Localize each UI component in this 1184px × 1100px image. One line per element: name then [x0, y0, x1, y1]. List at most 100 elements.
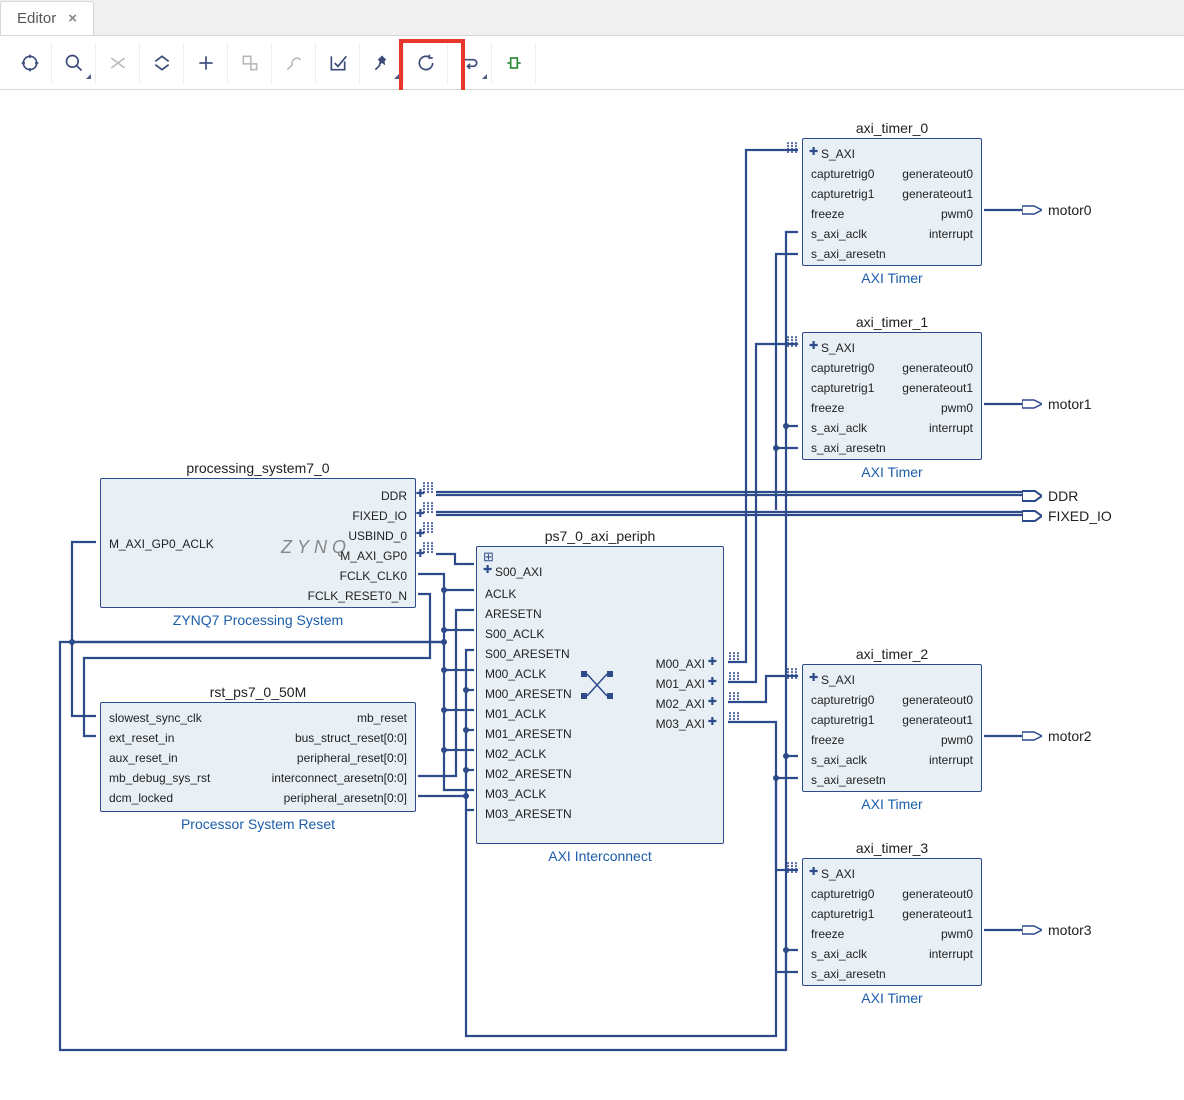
axi-ic-port-m00-aclk[interactable]: M00_ACLK — [485, 667, 546, 681]
ps7-port-m-axi-gp0[interactable]: M_AXI_GP0 — [340, 549, 407, 563]
timer2-port-interrupt[interactable]: interrupt — [929, 753, 973, 767]
pin-button[interactable] — [360, 43, 404, 83]
settings-button[interactable] — [272, 43, 316, 83]
axi-ic-port-m03-aresetn[interactable]: M03_ARESETN — [485, 807, 572, 821]
timer0-port-pwm0[interactable]: pwm0 — [941, 207, 973, 221]
timer0-port-s-axi[interactable]: S_AXI — [821, 147, 855, 161]
ps7-port-usbind0[interactable]: USBIND_0 — [348, 529, 407, 543]
ext-port-motor0[interactable]: motor0 — [1022, 202, 1092, 218]
timer3-block[interactable]: S_AXI capturetrig0 capturetrig1 freeze s… — [802, 858, 982, 986]
rst-port-mb-reset[interactable]: mb_reset — [357, 711, 407, 725]
timer3-port-s-axi-aclk[interactable]: s_axi_aclk — [811, 947, 867, 961]
timer0-port-generateout1[interactable]: generateout1 — [902, 187, 973, 201]
axi-ic-port-m03-aclk[interactable]: M03_ACLK — [485, 787, 546, 801]
timer2-port-s-axi-aresetn[interactable]: s_axi_aresetn — [811, 773, 886, 787]
ext-port-motor3[interactable]: motor3 — [1022, 922, 1092, 938]
timer1-port-capturetrig1[interactable]: capturetrig1 — [811, 381, 874, 395]
timer3-port-s-axi[interactable]: S_AXI — [821, 867, 855, 881]
rst-port-peripheral-aresetn[interactable]: peripheral_aresetn[0:0] — [284, 791, 407, 805]
ext-port-motor2[interactable]: motor2 — [1022, 728, 1092, 744]
align-button[interactable] — [492, 43, 536, 83]
tab-editor[interactable]: Editor × — [0, 1, 94, 35]
group-button[interactable] — [228, 43, 272, 83]
axi-ic-port-m01-aresetn[interactable]: M01_ARESETN — [485, 727, 572, 741]
timer1-port-s-axi-aresetn[interactable]: s_axi_aresetn — [811, 441, 886, 455]
axi-ic-port-aresetn[interactable]: ARESETN — [485, 607, 542, 621]
timer2-port-capturetrig1[interactable]: capturetrig1 — [811, 713, 874, 727]
ps7-block[interactable]: M_AXI_GP0_ACLK ZYNQ DDR FIXED_IO USBIND_… — [100, 478, 416, 608]
ps7-port-fixed-io[interactable]: FIXED_IO — [352, 509, 407, 523]
rst-block[interactable]: slowest_sync_clk ext_reset_in aux_reset_… — [100, 702, 416, 812]
timer1-port-interrupt[interactable]: interrupt — [929, 421, 973, 435]
axi-ic-block[interactable]: S00_AXI ACLK ARESETN S00_ACLK S00_ARESET… — [476, 546, 724, 844]
timer0-port-interrupt[interactable]: interrupt — [929, 227, 973, 241]
timer2-port-s-axi-aclk[interactable]: s_axi_aclk — [811, 753, 867, 767]
axi-ic-port-m02-axi[interactable]: M02_AXI — [656, 697, 705, 711]
timer2-block[interactable]: S_AXI capturetrig0 capturetrig1 freeze s… — [802, 664, 982, 792]
timer3-port-pwm0[interactable]: pwm0 — [941, 927, 973, 941]
timer2-port-s-axi[interactable]: S_AXI — [821, 673, 855, 687]
rst-port-interconnect-aresetn[interactable]: interconnect_aresetn[0:0] — [272, 771, 407, 785]
timer1-port-freeze[interactable]: freeze — [811, 401, 844, 415]
rst-port-dcm-locked[interactable]: dcm_locked — [109, 791, 173, 805]
axi-ic-port-m02-aclk[interactable]: M02_ACLK — [485, 747, 546, 761]
rst-port-ext-reset-in[interactable]: ext_reset_in — [109, 731, 174, 745]
timer3-port-capturetrig0[interactable]: capturetrig0 — [811, 887, 874, 901]
diagram-canvas[interactable]: processing_system7_0 M_AXI_GP0_ACLK ZYNQ… — [0, 90, 1184, 1100]
timer0-port-s-axi-aresetn[interactable]: s_axi_aresetn — [811, 247, 886, 261]
ps7-port-m-axi-gp0-aclk[interactable]: M_AXI_GP0_ACLK — [109, 537, 214, 551]
timer1-port-generateout0[interactable]: generateout0 — [902, 361, 973, 375]
timer0-block[interactable]: S_AXI capturetrig0 capturetrig1 freeze s… — [802, 138, 982, 266]
rst-port-mb-debug-sys-rst[interactable]: mb_debug_sys_rst — [109, 771, 210, 785]
timer1-port-s-axi-aclk[interactable]: s_axi_aclk — [811, 421, 867, 435]
axi-ic-port-aclk[interactable]: ACLK — [485, 587, 516, 601]
rst-port-aux-reset-in[interactable]: aux_reset_in — [109, 751, 178, 765]
axi-ic-port-m00-aresetn[interactable]: M00_ARESETN — [485, 687, 572, 701]
timer0-port-capturetrig1[interactable]: capturetrig1 — [811, 187, 874, 201]
timer1-port-s-axi[interactable]: S_AXI — [821, 341, 855, 355]
ext-port-motor1[interactable]: motor1 — [1022, 396, 1092, 412]
timer3-port-freeze[interactable]: freeze — [811, 927, 844, 941]
axi-ic-port-m01-aclk[interactable]: M01_ACLK — [485, 707, 546, 721]
rst-port-peripheral-reset[interactable]: peripheral_reset[0:0] — [297, 751, 407, 765]
timer3-port-generateout1[interactable]: generateout1 — [902, 907, 973, 921]
timer3-port-capturetrig1[interactable]: capturetrig1 — [811, 907, 874, 921]
tab-close-icon[interactable]: × — [68, 10, 77, 27]
timer1-port-pwm0[interactable]: pwm0 — [941, 401, 973, 415]
axi-ic-port-m02-aresetn[interactable]: M02_ARESETN — [485, 767, 572, 781]
ext-port-ddr[interactable]: DDR — [1022, 488, 1078, 504]
timer3-port-s-axi-aresetn[interactable]: s_axi_aresetn — [811, 967, 886, 981]
timer0-port-freeze[interactable]: freeze — [811, 207, 844, 221]
timer0-port-s-axi-aclk[interactable]: s_axi_aclk — [811, 227, 867, 241]
timer2-port-generateout1[interactable]: generateout1 — [902, 713, 973, 727]
axi-ic-port-m01-axi[interactable]: M01_AXI — [656, 677, 705, 691]
fit-view-button[interactable] — [8, 43, 52, 83]
ext-port-fixed-io[interactable]: FIXED_IO — [1022, 508, 1112, 524]
timer0-port-capturetrig0[interactable]: capturetrig0 — [811, 167, 874, 181]
timer1-port-generateout1[interactable]: generateout1 — [902, 381, 973, 395]
rst-port-slowest-sync-clk[interactable]: slowest_sync_clk — [109, 711, 202, 725]
timer3-port-generateout0[interactable]: generateout0 — [902, 887, 973, 901]
timer0-port-generateout0[interactable]: generateout0 — [902, 167, 973, 181]
axi-ic-port-s00-axi[interactable]: S00_AXI — [495, 565, 542, 579]
ps7-port-fclk-reset0-n[interactable]: FCLK_RESET0_N — [308, 589, 407, 603]
timer2-port-generateout0[interactable]: generateout0 — [902, 693, 973, 707]
expand-button[interactable] — [140, 43, 184, 83]
axi-ic-port-s00-aresetn[interactable]: S00_ARESETN — [485, 647, 570, 661]
axi-ic-port-m03-axi[interactable]: M03_AXI — [656, 717, 705, 731]
timer3-port-interrupt[interactable]: interrupt — [929, 947, 973, 961]
ps7-port-ddr[interactable]: DDR — [381, 489, 407, 503]
add-ip-button[interactable] — [184, 43, 228, 83]
refresh-button[interactable] — [404, 43, 448, 83]
zoom-button[interactable] — [52, 43, 96, 83]
timer2-port-capturetrig0[interactable]: capturetrig0 — [811, 693, 874, 707]
ps7-port-fclk-clk0[interactable]: FCLK_CLK0 — [340, 569, 407, 583]
rst-port-bus-struct-reset[interactable]: bus_struct_reset[0:0] — [295, 731, 407, 745]
timer1-port-capturetrig0[interactable]: capturetrig0 — [811, 361, 874, 375]
validate-button[interactable] — [316, 43, 360, 83]
timer2-port-freeze[interactable]: freeze — [811, 733, 844, 747]
axi-ic-port-s00-aclk[interactable]: S00_ACLK — [485, 627, 544, 641]
timer2-port-pwm0[interactable]: pwm0 — [941, 733, 973, 747]
wrap-button[interactable] — [448, 43, 492, 83]
timer1-block[interactable]: S_AXI capturetrig0 capturetrig1 freeze s… — [802, 332, 982, 460]
